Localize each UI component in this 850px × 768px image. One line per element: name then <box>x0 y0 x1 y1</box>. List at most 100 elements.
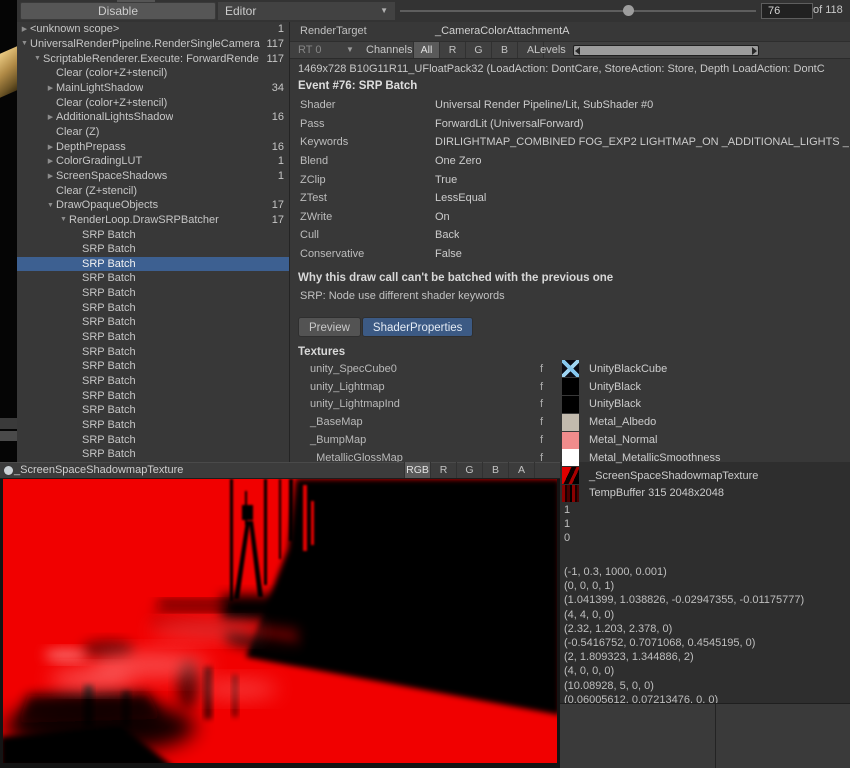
property-value: Back <box>435 229 459 241</box>
preview-channel-button-rgb[interactable]: RGB <box>404 462 430 478</box>
levels-range-slider[interactable] <box>573 45 759 56</box>
chevron-right-icon[interactable]: ▶ <box>45 84 56 92</box>
tree-row-label: RenderLoop.DrawSRPBatcher <box>69 214 219 226</box>
preview-channel-button-r[interactable]: R <box>430 462 456 478</box>
property-row-keywords: KeywordsDIRLIGHTMAP_COMBINED FOG_EXP2 LI… <box>290 133 850 152</box>
tree-row-srp-batch[interactable]: SRP Batch <box>17 300 289 315</box>
chevron-down-icon[interactable]: ▼ <box>58 216 69 223</box>
tree-row-label: SRP Batch <box>82 331 136 343</box>
frame-slider-track[interactable] <box>400 10 756 12</box>
levels-min-handle[interactable] <box>575 47 580 55</box>
property-label: Conservative <box>290 248 435 260</box>
tree-row-universalrenderpipeline-rendersinglecamera[interactable]: ▼UniversalRenderPipeline.RenderSingleCam… <box>17 37 289 52</box>
tree-row-srp-batch[interactable]: SRP Batch <box>17 344 289 359</box>
rt-channel-button-g[interactable]: G <box>465 42 491 58</box>
chevron-down-icon[interactable]: ▼ <box>19 40 30 47</box>
tree-row-srp-batch[interactable]: SRP Batch <box>17 432 289 447</box>
chevron-right-icon[interactable]: ▶ <box>45 113 56 121</box>
preview-channel-button-g[interactable]: G <box>456 462 482 478</box>
albedo-thumbnail-icon[interactable] <box>562 414 579 431</box>
vector-value: (0, 0, 0, 1) <box>564 579 804 593</box>
tree-row-count: 16 <box>272 141 289 153</box>
tree-row-count: 1 <box>278 23 289 35</box>
scene-object-fragment <box>0 45 17 98</box>
tree-row-label: Clear (Z+stencil) <box>56 185 137 197</box>
frame-number-field[interactable]: 76 <box>761 3 813 19</box>
tree-row-depthprepass[interactable]: ▶DepthPrepass16 <box>17 139 289 154</box>
tree-row-drawopaqueobjects[interactable]: ▼DrawOpaqueObjects17 <box>17 198 289 213</box>
texture-asset-name: _ScreenSpaceShadowmapTexture <box>589 470 758 482</box>
property-value: False <box>435 248 462 260</box>
texture-property-name: unity_Lightmap <box>290 381 540 393</box>
tree-row-clear-z-stencil[interactable]: Clear (Z+stencil) <box>17 183 289 198</box>
property-row-ztest: ZTestLessEqual <box>290 189 850 208</box>
float-value: 1 <box>564 503 570 517</box>
preview-channel-button-b[interactable]: B <box>482 462 508 478</box>
tree-row-label: SRP Batch <box>82 229 136 241</box>
tree-row-screenspaceshadows[interactable]: ▶ScreenSpaceShadows1 <box>17 169 289 184</box>
texture-flag: f <box>540 381 556 393</box>
tab-shaderproperties[interactable]: ShaderProperties <box>362 317 474 337</box>
tree-row-clear-color-z-stencil[interactable]: Clear (color+Z+stencil) <box>17 66 289 81</box>
shadowmap-thumbnail-icon[interactable] <box>562 467 579 484</box>
frame-slider-handle[interactable] <box>623 5 634 16</box>
rt-channel-button-r[interactable]: R <box>439 42 465 58</box>
texture-asset-name: Metal_MetallicSmoothness <box>589 452 720 464</box>
tree-row-mainlightshadow[interactable]: ▶MainLightShadow34 <box>17 81 289 96</box>
normal-thumbnail-icon[interactable] <box>562 432 579 449</box>
black-thumbnail-icon[interactable] <box>562 378 579 395</box>
rt-channel-button-b[interactable]: B <box>491 42 517 58</box>
black-thumbnail-icon[interactable] <box>562 396 579 413</box>
vector-value: (2.32, 1.203, 2.378, 0) <box>564 622 804 636</box>
tree-row-renderloop-drawsrpbatcher[interactable]: ▼RenderLoop.DrawSRPBatcher17 <box>17 213 289 228</box>
tree-row-srp-batch[interactable]: SRP Batch <box>17 227 289 242</box>
tree-row-srp-batch[interactable]: SRP Batch <box>17 388 289 403</box>
chevron-right-icon[interactable]: ▶ <box>45 157 56 165</box>
tree-row-srp-batch[interactable]: SRP Batch <box>17 315 289 330</box>
tree-row-srp-batch[interactable]: SRP Batch <box>17 271 289 286</box>
tree-row-srp-batch[interactable]: SRP Batch <box>17 242 289 257</box>
tree-row-clear-color-z-stencil[interactable]: Clear (color+Z+stencil) <box>17 95 289 110</box>
vector-value: (-0.5416752, 0.7071068, 0.4545195, 0) <box>564 636 804 650</box>
property-label: ZWrite <box>290 211 435 223</box>
target-selector-dropdown[interactable]: Editor ▼ <box>218 2 395 20</box>
texture-row: _BaseMapfMetal_Albedo <box>290 413 850 431</box>
preview-channel-button-a[interactable]: A <box>508 462 535 478</box>
event-header: Event #76: SRP Batch <box>298 80 417 92</box>
vector-value: (4, 0, 0, 0) <box>564 664 804 678</box>
property-value: One Zero <box>435 155 481 167</box>
tree-row-clear-z[interactable]: Clear (Z) <box>17 125 289 140</box>
rt-channel-button-all[interactable]: All <box>413 42 439 58</box>
background-panel-fragment <box>0 418 17 429</box>
chevron-down-icon[interactable]: ▼ <box>45 202 56 209</box>
chevron-down-icon[interactable]: ▼ <box>32 55 43 62</box>
tree-row-srp-batch[interactable]: SRP Batch <box>17 330 289 345</box>
disable-button[interactable]: Disable <box>20 2 216 20</box>
white-thumbnail-icon[interactable] <box>562 449 579 466</box>
scene-background-strip <box>0 0 17 462</box>
tree-row-additionallightsshadow[interactable]: ▶AdditionalLightsShadow16 <box>17 110 289 125</box>
tree-row-srp-batch[interactable]: SRP Batch <box>17 403 289 418</box>
tree-row-srp-batch[interactable]: SRP Batch <box>17 286 289 301</box>
property-label: Pass <box>290 118 435 130</box>
tree-row-srp-batch[interactable]: SRP Batch <box>17 257 289 272</box>
tree-row-unknown-scope[interactable]: ▶<unknown scope>1 <box>17 22 289 37</box>
chevron-right-icon[interactable]: ▶ <box>45 172 56 180</box>
tempbuffer-thumbnail-icon[interactable] <box>562 485 579 502</box>
black-cube-thumbnail-icon[interactable] <box>562 360 579 377</box>
tree-row-count: 34 <box>272 82 289 94</box>
tree-row-srp-batch[interactable]: SRP Batch <box>17 359 289 374</box>
tree-row-srp-batch[interactable]: SRP Batch <box>17 418 289 433</box>
tree-row-label: SRP Batch <box>82 360 136 372</box>
tree-row-srp-batch[interactable]: SRP Batch <box>17 447 289 462</box>
chevron-down-icon: ▼ <box>380 2 388 20</box>
chevron-right-icon[interactable]: ▶ <box>45 143 56 151</box>
levels-max-handle[interactable] <box>752 47 757 55</box>
chevron-right-icon[interactable]: ▶ <box>19 25 30 33</box>
tree-row-scriptablerenderer-execute-forwardrende[interactable]: ▼ScriptableRenderer.Execute: ForwardRend… <box>17 51 289 66</box>
tab-preview[interactable]: Preview <box>298 317 361 337</box>
tree-row-colorgradinglut[interactable]: ▶ColorGradingLUT1 <box>17 154 289 169</box>
rt-index-dropdown[interactable]: RT 0 <box>298 42 321 58</box>
tree-row-srp-batch[interactable]: SRP Batch <box>17 374 289 389</box>
texture-asset-name: UnityBlack <box>589 381 641 393</box>
